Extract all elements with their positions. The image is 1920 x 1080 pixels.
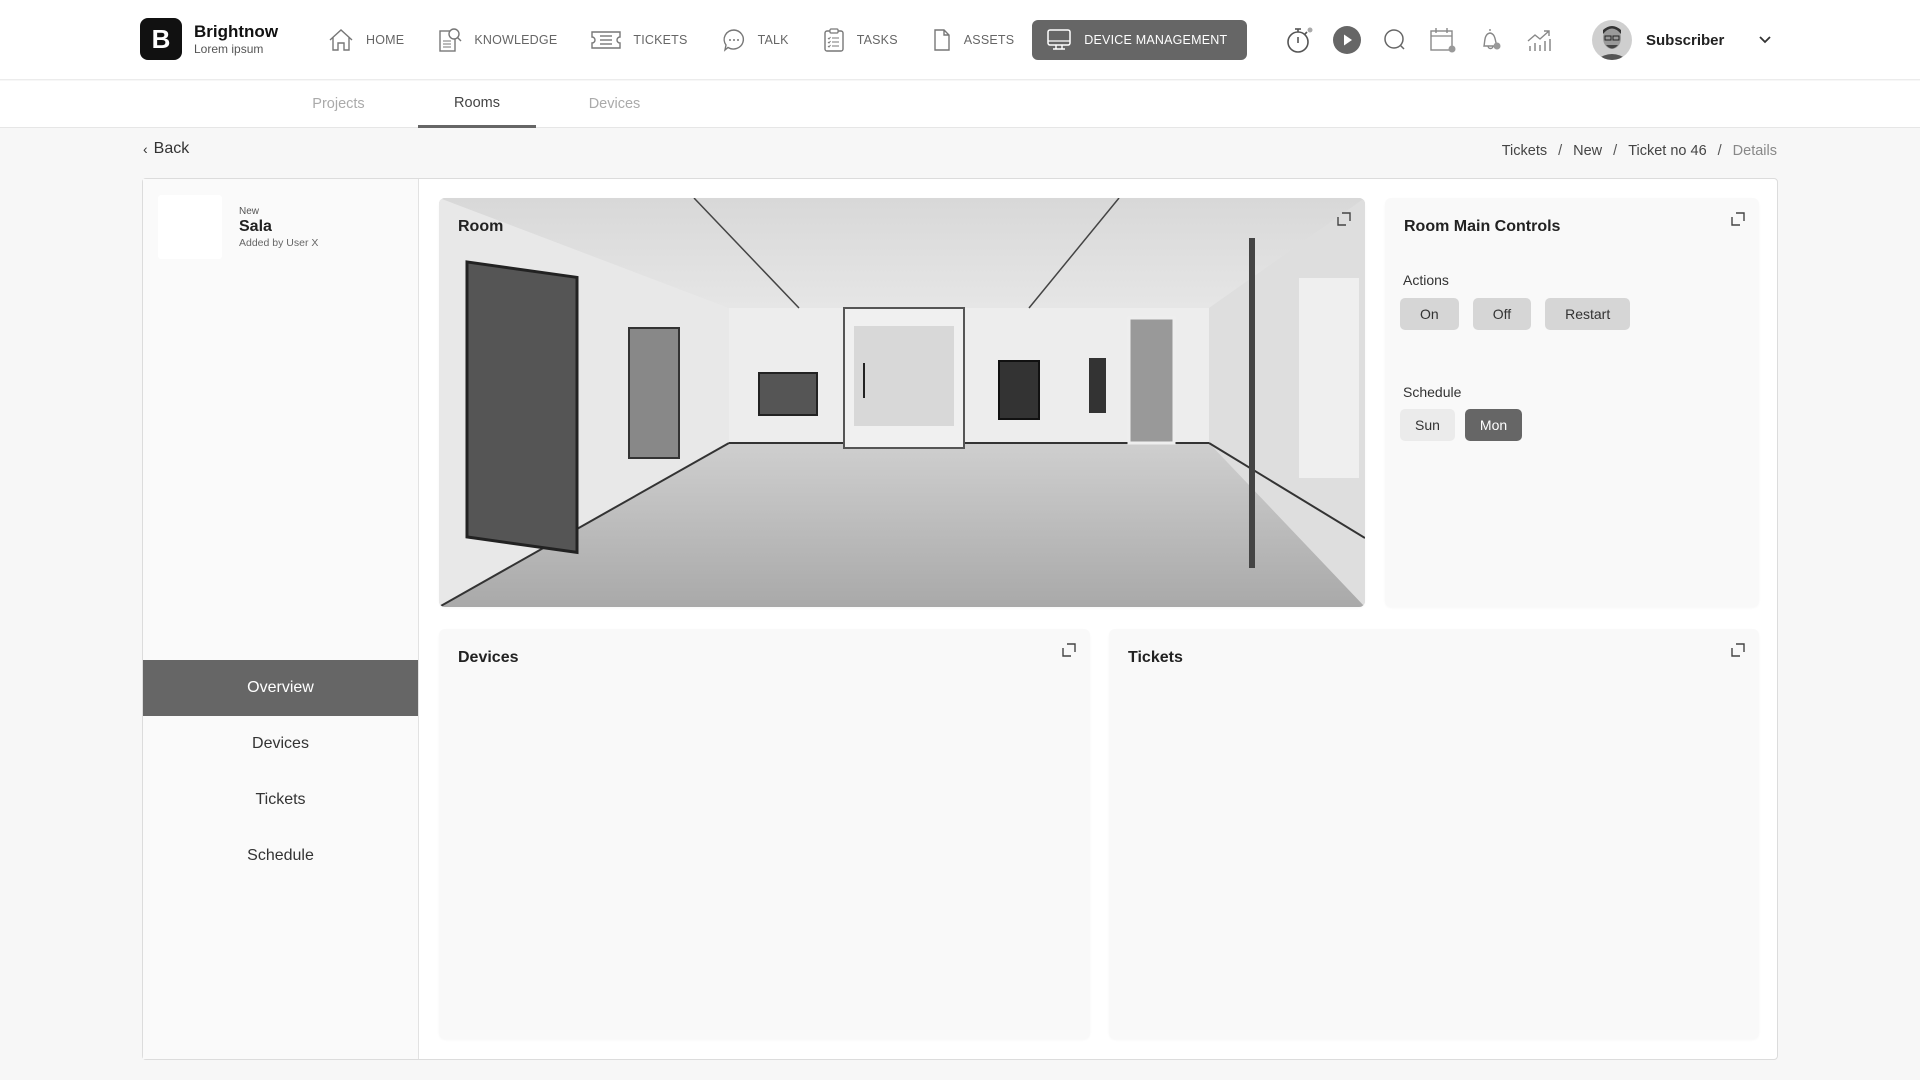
bell-icon	[1483, 29, 1501, 50]
search-button[interactable]	[1371, 18, 1419, 62]
back-button[interactable]: ‹ Back	[143, 140, 189, 158]
tab-devices[interactable]: Devices	[567, 81, 662, 127]
nav-item-assets[interactable]: ASSETS	[922, 20, 1025, 60]
breadcrumb-ticket[interactable]: Ticket no 46	[1628, 143, 1706, 159]
day-sun-toggle[interactable]: Sun	[1400, 409, 1455, 441]
search-icon	[1384, 29, 1405, 50]
main-nav: HOME KNOWLEDGE TICKETS TALK TASKS ASSETS…	[318, 20, 1261, 60]
room-panel: Room	[439, 198, 1365, 607]
schedule-label: Schedule	[1403, 384, 1462, 400]
on-button[interactable]: On	[1400, 298, 1459, 330]
calendar-button[interactable]	[1419, 18, 1467, 62]
brand[interactable]: B Brightnow Lorem ipsum	[140, 18, 278, 60]
nav-item-tasks[interactable]: TASKS	[813, 20, 908, 60]
nav-item-home[interactable]: HOME	[318, 20, 414, 60]
monitor-icon	[1047, 29, 1072, 50]
actions-label: Actions	[1403, 272, 1449, 288]
notifications-button[interactable]	[1467, 18, 1515, 62]
breadcrumb-tickets[interactable]: Tickets	[1502, 143, 1547, 159]
nav-label: TASKS	[856, 33, 898, 47]
side-item-overview[interactable]: Overview	[143, 660, 418, 716]
tab-projects[interactable]: Projects	[290, 81, 387, 127]
nav-label: TALK	[757, 33, 789, 47]
top-navigation-bar: B Brightnow Lorem ipsum HOME KNOWLEDGE T…	[0, 0, 1920, 80]
room-details-card: New Sala Added by User X Overview Device…	[142, 178, 1778, 1060]
breadcrumb-separator: /	[1717, 143, 1722, 159]
room-panel-title: Room	[458, 218, 504, 235]
expand-icon[interactable]	[1731, 212, 1745, 226]
avatar	[1592, 20, 1632, 60]
room-photo	[439, 198, 1365, 607]
breadcrumb-separator: /	[1613, 143, 1618, 159]
room-side-menu: Overview Devices Tickets Schedule	[143, 660, 418, 884]
actions-button-group: On Off Restart	[1400, 298, 1644, 330]
restart-button[interactable]: Restart	[1545, 298, 1631, 330]
room-added-by: Added by User X	[239, 236, 319, 249]
breadcrumb-new[interactable]: New	[1573, 143, 1602, 159]
knowledge-icon	[439, 28, 462, 52]
room-name: Sala	[239, 217, 272, 235]
expand-icon[interactable]	[1062, 643, 1076, 657]
room-thumbnail	[158, 195, 222, 259]
calendar-icon	[1430, 28, 1456, 53]
play-button[interactable]	[1323, 18, 1371, 62]
expand-icon[interactable]	[1337, 212, 1351, 226]
schedule-day-group: Sun Mon	[1400, 409, 1536, 441]
user-name: Subscriber	[1646, 31, 1725, 49]
analytics-button[interactable]	[1515, 18, 1563, 62]
nav-item-tickets[interactable]: TICKETS	[581, 20, 697, 60]
nav-item-knowledge[interactable]: KNOWLEDGE	[428, 20, 567, 60]
chat-icon	[723, 29, 744, 52]
home-icon	[329, 29, 353, 51]
room-main-controls-panel: Room Main Controls Actions On Off Restar…	[1385, 198, 1759, 607]
utility-icons	[1275, 18, 1563, 62]
controls-title: Room Main Controls	[1404, 218, 1561, 235]
file-icon	[934, 29, 950, 51]
tab-rooms[interactable]: Rooms	[418, 81, 536, 128]
side-item-schedule[interactable]: Schedule	[143, 828, 418, 884]
side-item-tickets[interactable]: Tickets	[143, 772, 418, 828]
devices-panel-title: Devices	[458, 649, 519, 666]
day-mon-toggle[interactable]: Mon	[1464, 409, 1523, 441]
chevron-left-icon: ‹	[143, 141, 148, 157]
brand-name: Brightnow	[194, 22, 279, 41]
chevron-down-icon	[1759, 36, 1771, 44]
timer-button[interactable]	[1275, 18, 1323, 62]
tickets-panel-title: Tickets	[1128, 649, 1183, 666]
nav-label: TICKETS	[633, 33, 688, 47]
nav-item-talk[interactable]: TALK	[712, 20, 799, 60]
room-sidebar: New Sala Added by User X Overview Device…	[143, 179, 419, 1059]
back-label: Back	[153, 140, 190, 157]
nav-label: DEVICE MANAGEMENT	[1084, 33, 1228, 47]
brand-logo: B	[140, 18, 182, 60]
ticket-icon	[591, 31, 622, 49]
stopwatch-icon	[1287, 27, 1313, 53]
sub-tabs: Projects Rooms Devices	[0, 81, 1920, 128]
nav-label: ASSETS	[963, 33, 1015, 47]
brand-subtitle: Lorem ipsum	[194, 42, 264, 56]
breadcrumb-separator: /	[1558, 143, 1563, 159]
breadcrumb-current: Details	[1732, 143, 1777, 159]
user-menu[interactable]: Subscriber	[1592, 20, 1772, 60]
room-status: New	[239, 205, 260, 217]
nav-label: KNOWLEDGE	[474, 33, 558, 47]
clipboard-icon	[824, 28, 844, 52]
side-item-devices[interactable]: Devices	[143, 716, 418, 772]
chart-icon	[1527, 30, 1551, 51]
nav-item-device-management[interactable]: DEVICE MANAGEMENT	[1032, 20, 1248, 60]
nav-label: HOME	[366, 33, 405, 47]
devices-panel: Devices	[439, 629, 1090, 1039]
play-icon	[1333, 26, 1361, 54]
room-header: New Sala Added by User X	[158, 195, 318, 259]
off-button[interactable]: Off	[1472, 298, 1532, 330]
breadcrumb: Tickets / New / Ticket no 46 / Details	[1502, 143, 1777, 159]
tickets-panel: Tickets	[1109, 629, 1759, 1039]
expand-icon[interactable]	[1731, 643, 1745, 657]
